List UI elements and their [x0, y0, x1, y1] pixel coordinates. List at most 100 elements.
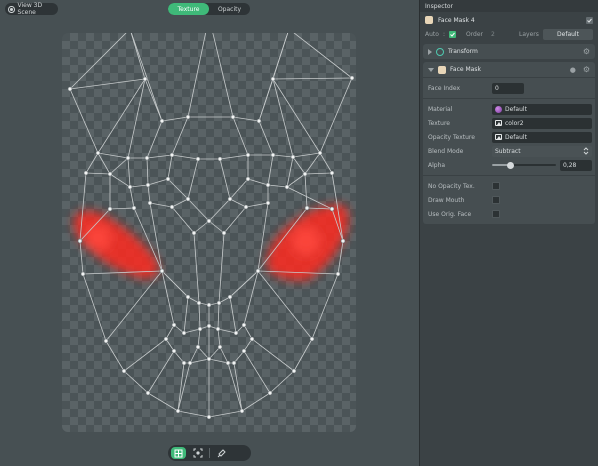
mesh-vertex[interactable]	[265, 182, 271, 188]
auto-checkbox[interactable]	[448, 31, 456, 38]
mesh-vertex[interactable]	[241, 348, 247, 354]
mesh-vertex[interactable]	[227, 294, 233, 300]
mesh-vertex[interactable]	[185, 294, 191, 300]
gear-icon[interactable]: ⚙	[583, 65, 590, 74]
mesh-vertex[interactable]	[144, 155, 150, 161]
mesh-vertex[interactable]	[185, 114, 191, 120]
mesh-vertex[interactable]	[304, 205, 310, 211]
transform-header[interactable]: Transform ⚙	[423, 44, 595, 59]
mesh-vertex[interactable]	[80, 271, 86, 277]
mesh-vertex[interactable]	[181, 330, 187, 336]
mesh-vertex[interactable]	[125, 155, 131, 161]
mesh-vertex[interactable]	[329, 170, 335, 176]
mesh-vertex[interactable]	[83, 170, 89, 176]
mesh-vertex[interactable]	[255, 268, 261, 274]
object-name[interactable]: Face Mask 4	[438, 17, 475, 24]
view-3d-scene-button[interactable]: View 3D Scene	[5, 2, 58, 16]
mesh-vertex[interactable]	[256, 118, 262, 124]
mesh-vertex[interactable]	[159, 268, 165, 274]
material-field[interactable]: Default	[492, 103, 592, 115]
mesh-vertex[interactable]	[349, 75, 355, 81]
mesh-vertex[interactable]	[147, 200, 153, 206]
mesh-vertex[interactable]	[217, 156, 223, 162]
texture-field[interactable]: color2	[492, 117, 592, 129]
slider-knob[interactable]	[506, 161, 514, 169]
mesh-vertex[interactable]	[196, 300, 202, 306]
mesh-vertex[interactable]	[227, 196, 233, 202]
mesh-vertex[interactable]	[107, 206, 113, 212]
mesh-vertex[interactable]	[77, 238, 83, 244]
mesh-vertex[interactable]	[121, 368, 127, 374]
mesh-vertex[interactable]	[181, 360, 187, 366]
mesh-vertex[interactable]	[206, 218, 212, 224]
face-mask-canvas[interactable]	[62, 33, 356, 432]
mesh-vertex[interactable]	[171, 322, 177, 328]
mesh-vertex[interactable]	[221, 230, 227, 236]
no-opacity-tex-checkbox[interactable]	[492, 182, 500, 190]
mesh-vertex[interactable]	[217, 344, 223, 350]
mesh-vertex[interactable]	[195, 156, 201, 162]
mesh-vertex[interactable]	[67, 86, 73, 92]
mesh-vertex[interactable]	[270, 152, 276, 158]
mesh-vertex[interactable]	[245, 176, 251, 182]
mesh-vertex[interactable]	[191, 230, 197, 236]
order-input[interactable]: 2	[487, 29, 509, 40]
mesh-vertex[interactable]	[284, 184, 290, 190]
alpha-input[interactable]: 0,28	[560, 159, 592, 171]
mesh-vertex[interactable]	[169, 152, 175, 158]
face-mask-header[interactable]: Face Mask ● ⚙	[423, 62, 595, 77]
mesh-vertex[interactable]	[171, 348, 177, 354]
use-orig-face-checkbox[interactable]	[492, 210, 500, 218]
mesh-vertex[interactable]	[215, 326, 221, 332]
layers-dropdown[interactable]: Default	[543, 29, 593, 40]
tab-texture[interactable]: Texture	[168, 3, 209, 15]
mesh-vertex[interactable]	[131, 205, 137, 211]
gear-icon[interactable]: ⚙	[583, 47, 590, 56]
mesh-vertex[interactable]	[95, 150, 101, 156]
object-enabled-checkbox[interactable]	[586, 16, 593, 24]
mesh-vertex[interactable]	[145, 390, 151, 396]
mesh-tool-button[interactable]	[171, 447, 186, 459]
mesh-vertex[interactable]	[335, 271, 341, 277]
mesh-vertex[interactable]	[206, 323, 212, 329]
mesh-vertex[interactable]	[169, 204, 175, 210]
mesh-vertex[interactable]	[241, 322, 247, 328]
mesh-vertex[interactable]	[159, 118, 165, 124]
mesh-vertex[interactable]	[103, 338, 109, 344]
opacity-texture-field[interactable]: Default	[492, 131, 592, 143]
help-icon[interactable]: ●	[570, 66, 576, 74]
mesh-vertex[interactable]	[127, 184, 133, 190]
mesh-vertex[interactable]	[245, 152, 251, 158]
frame-select-button[interactable]	[190, 447, 205, 459]
draw-mouth-checkbox[interactable]	[492, 196, 500, 204]
mesh-vertex[interactable]	[142, 76, 148, 82]
mesh-vertex[interactable]	[270, 76, 276, 82]
scene-viewport[interactable]: View 3D Scene Texture Opacity	[0, 0, 419, 466]
face-index-input[interactable]: 0	[492, 82, 524, 94]
mesh-vertex[interactable]	[239, 408, 245, 414]
mesh-vertex[interactable]	[163, 336, 169, 342]
mesh-vertex[interactable]	[290, 154, 296, 160]
mesh-vertex[interactable]	[317, 150, 323, 156]
alpha-slider[interactable]	[492, 160, 556, 171]
mesh-vertex[interactable]	[231, 360, 237, 366]
tab-opacity[interactable]: Opacity	[209, 3, 250, 15]
mesh-vertex[interactable]	[233, 330, 239, 336]
mesh-vertex[interactable]	[216, 300, 222, 306]
mesh-vertex[interactable]	[291, 368, 297, 374]
mesh-vertex[interactable]	[265, 200, 271, 206]
mesh-vertex[interactable]	[197, 326, 203, 332]
mesh-vertex[interactable]	[267, 390, 273, 396]
mesh-vertex[interactable]	[225, 360, 231, 366]
mesh-vertex[interactable]	[145, 182, 151, 188]
mesh-vertex[interactable]	[165, 176, 171, 182]
mesh-vertex[interactable]	[195, 344, 201, 350]
face-mesh[interactable]	[62, 33, 356, 432]
mesh-vertex[interactable]	[230, 114, 236, 120]
mesh-vertex[interactable]	[107, 171, 113, 177]
mesh-vertex[interactable]	[206, 414, 212, 420]
mesh-vertex[interactable]	[185, 196, 191, 202]
pin-tool-button[interactable]	[214, 447, 229, 459]
mesh-vertex[interactable]	[329, 206, 335, 212]
mesh-vertex[interactable]	[206, 302, 212, 308]
